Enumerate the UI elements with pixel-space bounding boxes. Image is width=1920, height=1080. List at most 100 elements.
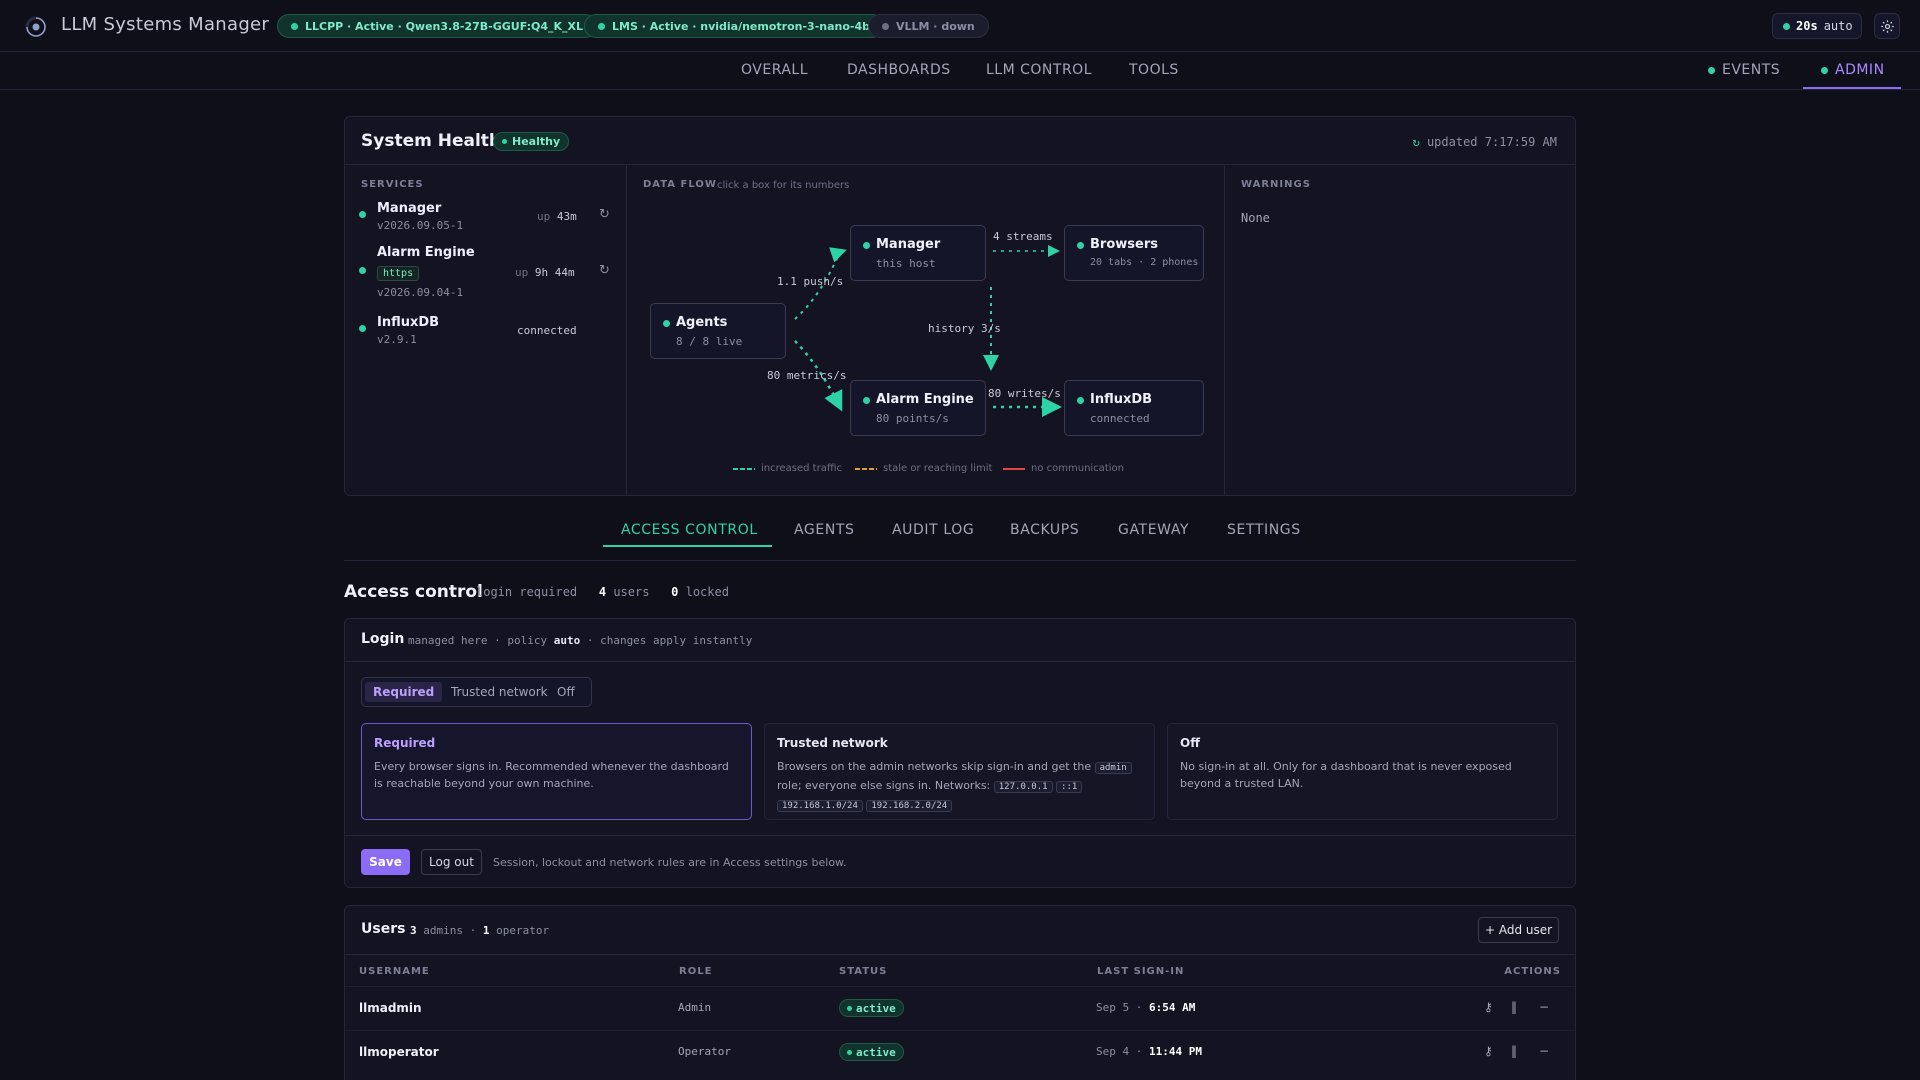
cell-last-sign-in: Sep 4 · 11:44 PM (1096, 1045, 1202, 1058)
tab-agents[interactable]: AGENTS (794, 522, 855, 538)
app-title: LLM Systems Manager (61, 14, 270, 35)
vllm-status-text: VLLM · down (896, 19, 975, 33)
cell-last-sign-in: Sep 5 · 6:54 AM (1096, 1001, 1195, 1014)
status-badge: active (839, 999, 904, 1017)
login-footer-divider (345, 835, 1575, 836)
operators-label: operator (496, 924, 550, 937)
mode-title: Trusted network (777, 736, 888, 750)
tab-access-control[interactable]: ACCESS CONTROL (621, 522, 758, 538)
admins-label: admins · (423, 924, 477, 937)
settings-button[interactable] (1874, 13, 1900, 39)
flow-node-manager[interactable]: Manager this host (850, 225, 986, 281)
mode-card-trusted-network[interactable]: Trusted network Browsers on the admin ne… (764, 723, 1155, 820)
legend-label: no communication (1031, 463, 1124, 474)
refresh-dot-icon (1783, 22, 1790, 30)
network-code: ::1 (1056, 781, 1083, 793)
edge-label-history: history 3/s (928, 322, 1001, 335)
logout-button[interactable]: Log out (421, 849, 482, 875)
node-sub: this host (876, 257, 936, 270)
admins-count: 3 (410, 924, 417, 937)
node-status-dot-icon (863, 242, 870, 249)
node-status-dot-icon (863, 397, 870, 404)
users-title: Users (361, 921, 406, 937)
tabs-divider (344, 560, 1576, 561)
mode-desc-part: Browsers on the admin networks skip sign… (777, 760, 1092, 773)
node-status-dot-icon (1077, 242, 1084, 249)
column-header-last-sign-in[interactable]: LAST SIGN-IN (1097, 966, 1184, 977)
login-mode-required[interactable]: Required (365, 682, 443, 702)
mode-card-required[interactable]: Required Every browser signs in. Recomme… (361, 723, 752, 820)
llcpp-status-text: LLCPP · Active · Qwen3.8-27B-GGUF:Q4_K_X… (305, 19, 584, 33)
nav-admin[interactable]: ADMIN (1821, 62, 1885, 78)
lms-status-pill[interactable]: LMS · Active · nvidia/nemotron-3-nano-4b (584, 14, 885, 38)
cell-role: Admin (678, 1001, 712, 1014)
tab-audit-log[interactable]: AUDIT LOG (892, 522, 974, 538)
column-header-status[interactable]: STATUS (839, 966, 887, 977)
nav-overall[interactable]: OVERALL (741, 62, 808, 78)
access-control-meta: login required 4 users 0 locked (476, 585, 729, 599)
flow-node-influxdb[interactable]: InfluxDB connected (1064, 380, 1204, 436)
node-status-dot-icon (1077, 397, 1084, 404)
locked-count: 0 (671, 585, 679, 599)
mode-title: Required (374, 736, 436, 750)
refresh-interval: 20s (1796, 19, 1818, 33)
login-meta-suffix: · changes apply instantly (586, 634, 753, 647)
suspend-pause-icon[interactable]: ‖ (1511, 1044, 1517, 1058)
legend-swatch (733, 467, 755, 470)
data-flow-edges (794, 245, 1062, 417)
login-card: Login managed here · policy auto · chang… (344, 618, 1576, 888)
node-name: Manager (876, 237, 941, 252)
nav-events[interactable]: EVENTS (1708, 62, 1780, 78)
tab-gateway[interactable]: GATEWAY (1118, 522, 1189, 538)
login-mode-trusted-network[interactable]: Trusted network (443, 682, 556, 702)
status-text: active (856, 1045, 896, 1059)
login-title: Login (361, 631, 405, 647)
save-button[interactable]: Save (361, 849, 410, 875)
node-name: Agents (676, 315, 728, 330)
table-row: llmoperator Operator active Sep 4 · 11:4… (345, 1030, 1575, 1074)
legend-no-communication: no communication (1003, 463, 1124, 474)
nav-dashboards[interactable]: DASHBOARDS (847, 62, 951, 78)
role-code: admin (1094, 762, 1132, 774)
admin-dot-icon (1821, 66, 1828, 74)
edge-label-push: 1.1 push/s (777, 275, 844, 288)
last-sign-in-time: 6:54 AM (1148, 1001, 1196, 1014)
reset-password-key-icon[interactable]: ⚷ (1484, 1044, 1493, 1058)
login-requirement: login required (476, 585, 578, 599)
remove-user-icon[interactable]: − (1539, 1000, 1549, 1014)
flow-node-agents[interactable]: Agents 8 / 8 live (650, 303, 786, 359)
legend-swatch (1003, 467, 1025, 470)
add-user-button[interactable]: + Add user (1478, 917, 1559, 943)
tab-settings[interactable]: SETTINGS (1227, 522, 1301, 538)
nav-tools[interactable]: TOOLS (1129, 62, 1179, 78)
llcpp-status-pill[interactable]: LLCPP · Active · Qwen3.8-27B-GGUF:Q4_K_X… (277, 14, 598, 38)
remove-user-icon[interactable]: − (1539, 1044, 1549, 1058)
warnings-heading: WARNINGS (1241, 179, 1311, 190)
mode-description: Every browser signs in. Recommended when… (374, 760, 729, 790)
mode-card-off[interactable]: Off No sign-in at all. Only for a dashbo… (1167, 723, 1558, 820)
column-header-username[interactable]: USERNAME (359, 966, 430, 977)
auto-refresh-toggle[interactable]: 20s auto (1772, 13, 1862, 39)
status-text: active (856, 1001, 896, 1015)
flow-node-alarm-engine[interactable]: Alarm Engine 80 points/s (850, 380, 986, 436)
tab-backups[interactable]: BACKUPS (1010, 522, 1079, 538)
login-meta-prefix: managed here · policy (408, 634, 548, 647)
lms-status-text: LMS · Active · nvidia/nemotron-3-nano-4b (612, 19, 871, 33)
mode-title: Off (1180, 736, 1200, 750)
node-sub: 80 points/s (876, 412, 949, 425)
access-control-title: Access control (344, 582, 483, 602)
suspend-pause-icon[interactable]: ‖ (1511, 1000, 1517, 1014)
network-code: 127.0.0.1 (993, 781, 1053, 793)
column-header-role[interactable]: ROLE (679, 966, 712, 977)
vllm-status-pill[interactable]: VLLM · down (868, 14, 989, 38)
reset-password-key-icon[interactable]: ⚷ (1484, 1000, 1493, 1014)
save-note: Session, lockout and network rules are i… (493, 856, 847, 869)
last-sign-in-time: 11:44 PM (1148, 1045, 1202, 1058)
node-status-dot-icon (663, 320, 670, 327)
table-row: llmadmin Admin active Sep 5 · 6:54 AM ⚷ … (345, 986, 1575, 1030)
status-dot-icon (882, 22, 889, 30)
flow-node-browsers[interactable]: Browsers 20 tabs · 2 phones (1064, 225, 1204, 281)
nav-llm-control[interactable]: LLM CONTROL (986, 62, 1092, 78)
login-mode-off[interactable]: Off (549, 682, 583, 702)
nav-active-indicator (1803, 87, 1901, 89)
